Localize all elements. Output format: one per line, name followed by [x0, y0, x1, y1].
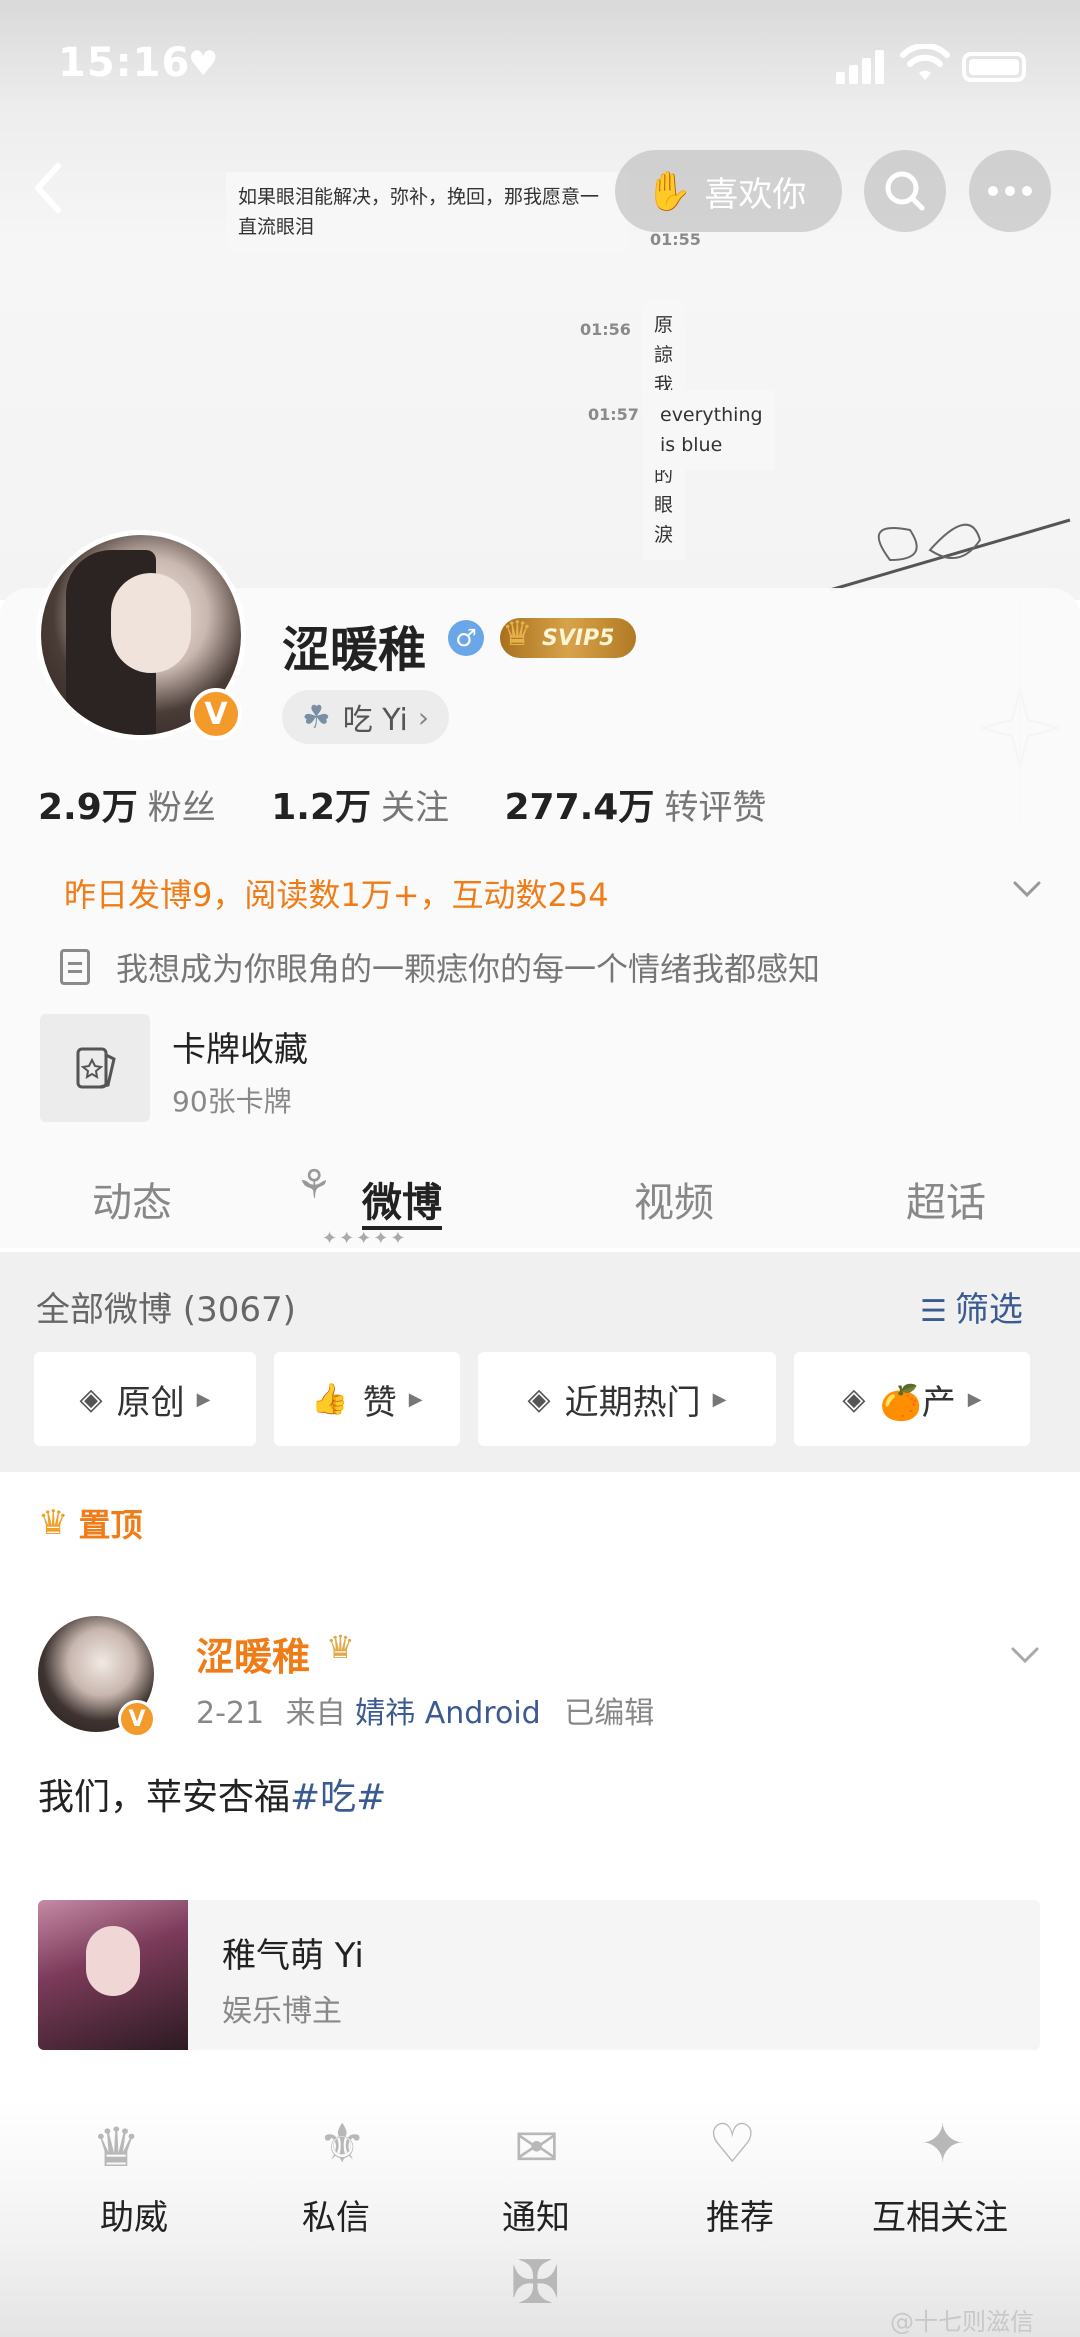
card-collection-count: 90张卡牌 — [172, 1085, 292, 1118]
stat-reposts-likes[interactable]: 277.4万 转评赞 — [504, 778, 766, 830]
battery-icon — [962, 52, 1026, 82]
rose-decoration-icon: ⚘ — [296, 1162, 332, 1208]
profile-tabs: 动态 微博 视频 超话 — [0, 1160, 1080, 1248]
shared-profile-thumbnail — [38, 1900, 188, 2050]
tab-weibo[interactable]: 微博 — [362, 1170, 442, 1228]
more-button[interactable] — [969, 150, 1051, 232]
chat-timestamp: 01:57 — [588, 405, 639, 424]
chip-original[interactable]: ◈ 原创 ▶ — [34, 1352, 256, 1446]
triangle-right-icon: ▶ — [196, 1388, 211, 1410]
wifi-icon — [900, 44, 950, 80]
crown-icon: ♛ — [38, 1503, 69, 1543]
card-collection-title[interactable]: 卡牌收藏 — [172, 1022, 308, 1071]
shared-profile-card[interactable]: 稚气萌 Yi 娱乐博主 — [38, 1900, 1040, 2050]
cheer-button[interactable]: 助威 — [100, 2190, 168, 2239]
chat-timestamp: 01:55 — [650, 230, 701, 249]
star-decoration-icon: ✦ — [920, 2112, 966, 2175]
activity-summary[interactable]: 昨日发博9，阅读数1万+，互动数254 — [64, 870, 609, 916]
triangle-right-icon: ▶ — [967, 1388, 982, 1410]
svip-badge[interactable]: ♛ SVIP5 — [500, 614, 636, 658]
tab-super-topic[interactable]: 超话 — [906, 1170, 986, 1228]
tab-video[interactable]: 视频 — [634, 1170, 714, 1228]
watermark: @十七则滋信 — [890, 2308, 1034, 2336]
post-edited: 已编辑 — [564, 1696, 655, 1731]
envelope-decoration-icon: ✉ — [514, 2116, 560, 2179]
more-dots-icon — [988, 186, 1032, 196]
all-posts-count: 全部微博 (3067) — [36, 1290, 296, 1330]
chip-liked[interactable]: 👍 赞 ▶ — [274, 1352, 460, 1446]
notification-button[interactable]: 通知 — [502, 2190, 570, 2239]
signal-icon — [836, 50, 886, 84]
profile-bio: 我想成为你眼角的一颗痣你的每一个情绪我都感知 — [60, 944, 820, 990]
chip-orange-product[interactable]: ◈ 🍊产 ▶ — [794, 1352, 1030, 1446]
triangle-right-icon: ▶ — [712, 1388, 727, 1410]
layers-icon: ◈ — [79, 1381, 103, 1417]
filter-button[interactable]: ☰ 筛选 — [920, 1282, 1023, 1331]
document-icon — [60, 949, 90, 985]
chat-message: everything is blue — [648, 390, 775, 470]
verified-badge: V — [118, 1700, 156, 1738]
pinned-label: ♛ 置顶 — [38, 1503, 143, 1544]
post-author[interactable]: 涩暖稚 — [196, 1626, 310, 1681]
chevron-right-icon: › — [417, 700, 430, 734]
profile-tag-pill[interactable]: ☘ 吃 Yi › — [282, 690, 450, 744]
chip-recent-hot[interactable]: ◈ 近期热门 ▶ — [478, 1352, 776, 1446]
pinned-post[interactable]: ♛ 置顶 V 涩暖稚 ♛ 2-21 来自 婧祎 Android 已编辑 我们，苹… — [0, 1478, 1080, 2098]
triangle-right-icon: ▶ — [408, 1388, 423, 1410]
male-gender-icon: ♂ — [448, 620, 484, 656]
tab-dynamic[interactable]: 动态 — [92, 1170, 172, 1228]
shared-profile-name: 稚气萌 Yi — [222, 1936, 364, 1976]
search-icon — [885, 171, 925, 211]
chevron-down-icon[interactable] — [1008, 1638, 1042, 1672]
status-time: 15:16 — [58, 40, 191, 86]
chevron-down-icon[interactable] — [1010, 872, 1044, 906]
card-icon — [76, 1047, 116, 1089]
back-icon[interactable] — [24, 158, 76, 218]
post-filter-area: 全部微博 (3067) ☰ 筛选 ◈ 原创 ▶ 👍 赞 ▶ ◈ 近期热门 ▶ ◈ 🍊产 ▶ — [0, 1252, 1080, 1472]
stat-following[interactable]: 1.2万 关注 — [271, 778, 449, 830]
like-you-label: 喜欢你 — [704, 174, 807, 215]
layers-icon: ◈ — [842, 1381, 866, 1417]
profile-tag-label: 吃 Yi — [342, 703, 408, 738]
like-you-button[interactable]: ✋ 喜欢你 — [615, 150, 842, 232]
post-text: 我们，苹安杏福#吃# — [38, 1777, 387, 1818]
lantern-decoration-icon: ⚜ — [318, 2112, 367, 2175]
svip-label: SVIP5 — [542, 625, 615, 651]
status-bar: 15:16 ♥ — [0, 0, 1080, 130]
shared-profile-subtitle: 娱乐博主 — [222, 1994, 342, 2029]
filter-icon: ☰ — [920, 1294, 947, 1329]
crown-icon: ♛ — [502, 614, 533, 654]
bio-text: 我想成为你眼角的一颗痣你的每一个情绪我都感知 — [116, 950, 821, 988]
layers-icon: ◈ — [527, 1381, 551, 1417]
vip-crown-icon: ♛ — [326, 1628, 355, 1666]
post-from: 来自 — [285, 1696, 346, 1731]
chat-timestamp: 01:56 — [580, 320, 631, 339]
message-button[interactable]: 私信 — [302, 2190, 370, 2239]
post-date: 2-21 — [196, 1696, 265, 1731]
hand-heart-icon: ✋ — [645, 168, 693, 213]
verified-badge: V — [190, 688, 242, 740]
recommend-button[interactable]: 推荐 — [706, 2190, 774, 2239]
post-hashtag[interactable]: #吃# — [290, 1777, 386, 1818]
mutual-follow-button[interactable]: 互相关注 — [872, 2190, 1008, 2239]
crown-decoration-icon: ♛ — [92, 2116, 141, 2179]
heart-icon: ♥ — [188, 44, 219, 84]
cross-decoration-icon: ✠ — [510, 2248, 561, 2318]
post-meta: 2-21 来自 婧祎 Android 已编辑 — [196, 1688, 654, 1732]
profile-name: 涩暖稚 — [282, 622, 427, 678]
post-source[interactable]: 婧祎 Android — [355, 1696, 541, 1731]
stat-followers[interactable]: 2.9万 粉丝 — [38, 778, 216, 830]
heart-decoration-icon: ♡ — [708, 2112, 757, 2175]
search-button[interactable] — [864, 150, 946, 232]
card-collection-button[interactable] — [40, 1014, 150, 1122]
thumb-up-icon: 👍 — [311, 1381, 349, 1417]
sparkle-decoration-icon: ✦✦✦✦✦ — [322, 1228, 408, 1249]
profile-stats: 2.9万 粉丝 1.2万 关注 277.4万 转评赞 — [38, 778, 810, 830]
chat-message: 如果眼泪能解决，弥补，挽回，那我愿意一直流眼泪 — [226, 172, 628, 252]
clover-icon: ☘ — [302, 698, 331, 736]
